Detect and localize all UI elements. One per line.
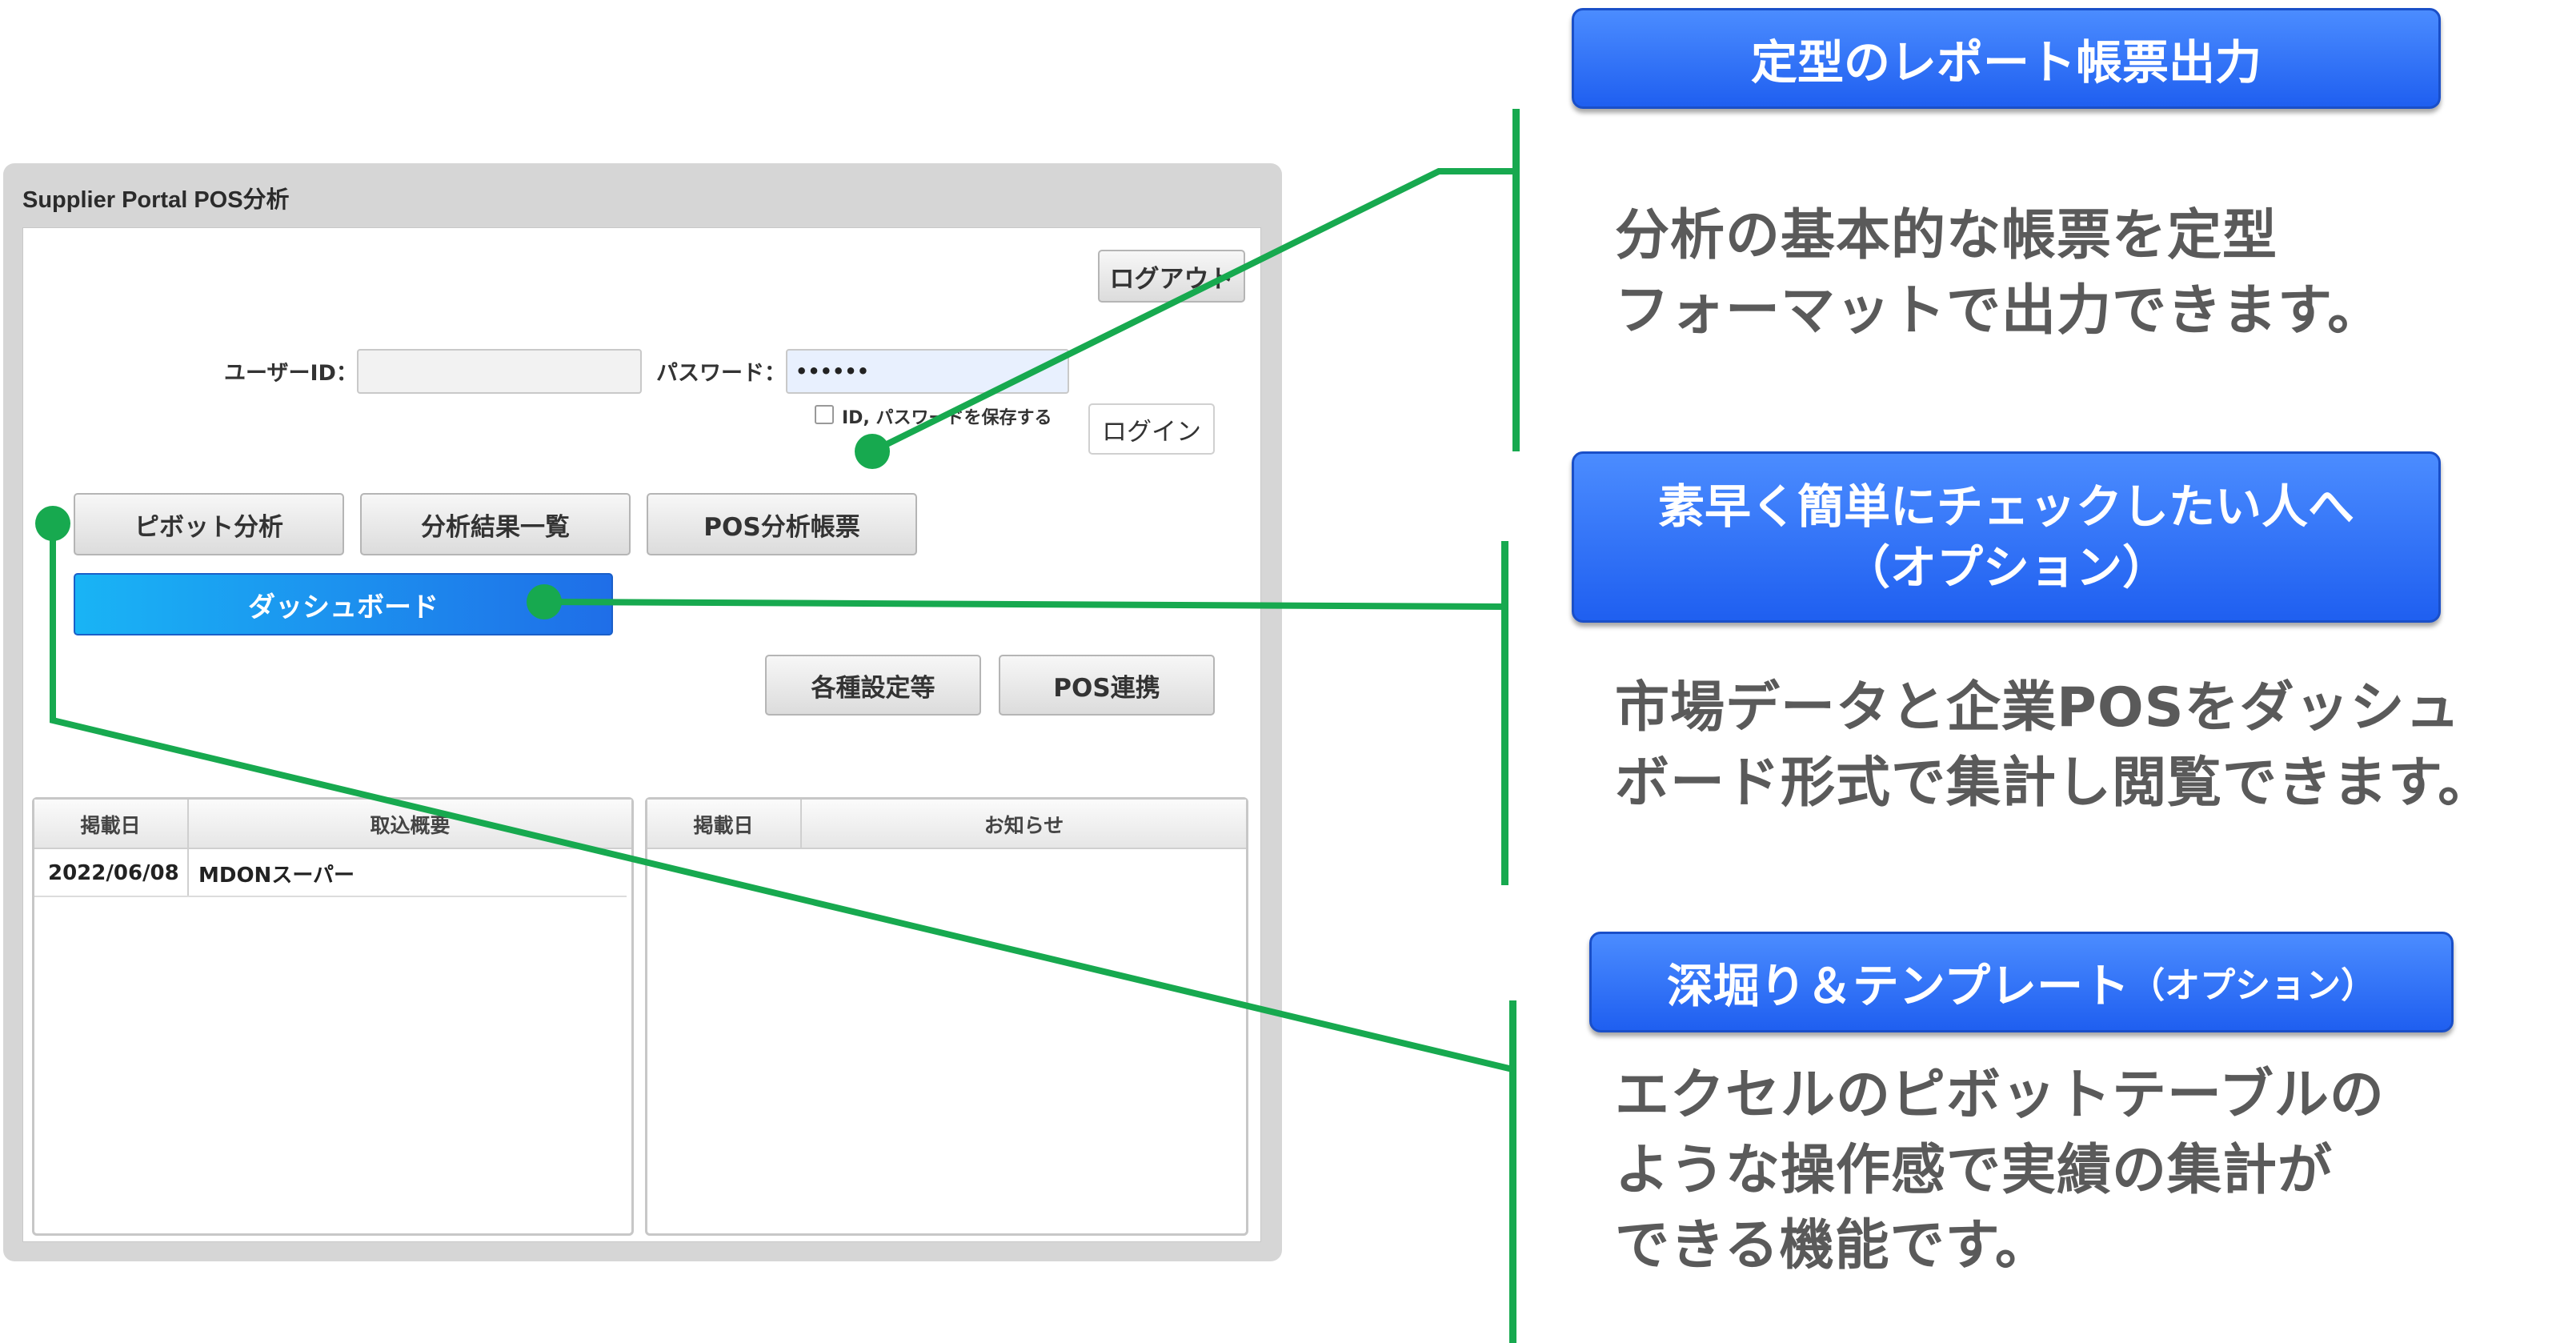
connector-overlay <box>35 168 1516 1072</box>
report-connector-line <box>871 168 1516 455</box>
pivot-connector-dot <box>35 506 70 541</box>
report-connector-dot <box>855 434 890 469</box>
dashboard-connector-dot <box>527 584 562 619</box>
dashboard-connector-line <box>543 599 1505 610</box>
